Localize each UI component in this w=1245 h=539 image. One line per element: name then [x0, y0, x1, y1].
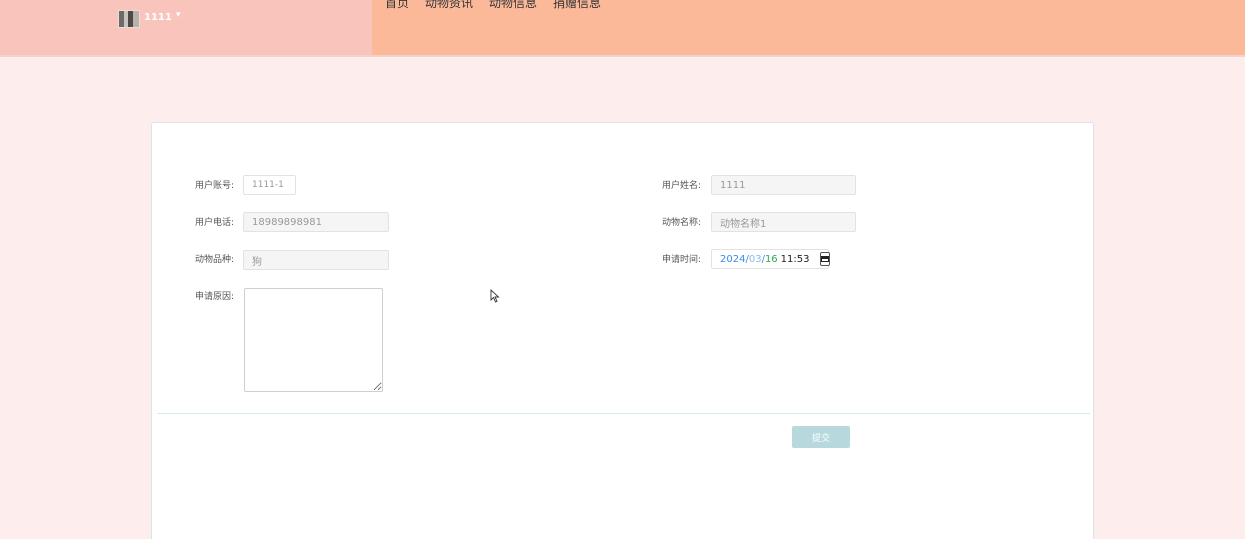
- header-user-area: [0, 0, 372, 55]
- form-divider: [157, 413, 1090, 414]
- account-value: 1111-1: [252, 180, 284, 190]
- animal-name-field[interactable]: 动物名称1: [711, 212, 856, 232]
- phone-value: 18989898981: [252, 216, 322, 228]
- mouse-cursor-icon: [490, 289, 500, 303]
- name-value: 1111: [720, 179, 746, 191]
- account-field[interactable]: 1111-1: [243, 175, 296, 195]
- animal-name-label: 动物名称:: [662, 218, 702, 228]
- phone-field[interactable]: 18989898981: [243, 212, 389, 232]
- reason-label: 申请原因:: [195, 292, 235, 302]
- application-form-card: 用户账号: 1111-1 用户电话: 18989898981 动物品种: 狗 申…: [151, 122, 1094, 539]
- date-day[interactable]: 16: [765, 254, 778, 265]
- calendar-icon[interactable]: [819, 252, 830, 266]
- date-month[interactable]: 03: [749, 254, 762, 265]
- main-nav: 首页 动物资讯 动物信息 捐赠信息: [385, 0, 617, 11]
- name-label: 用户姓名:: [662, 181, 702, 191]
- breed-value: 狗: [252, 256, 262, 268]
- animal-name-value: 动物名称1: [720, 218, 767, 230]
- breed-field[interactable]: 狗: [243, 250, 389, 270]
- username[interactable]: 1111: [144, 12, 172, 23]
- submit-button[interactable]: 提交: [792, 426, 850, 448]
- date-year[interactable]: 2024: [720, 254, 745, 265]
- nav-item-donation-info[interactable]: 捐赠信息: [553, 0, 601, 11]
- time-label: 申请时间:: [662, 255, 702, 265]
- reason-textarea[interactable]: [244, 288, 383, 392]
- nav-item-home[interactable]: 首页: [385, 0, 409, 11]
- chevron-down-icon[interactable]: ▾: [176, 10, 181, 20]
- nav-item-animal-info[interactable]: 动物信息: [489, 0, 537, 11]
- breed-label: 动物品种:: [195, 255, 235, 265]
- header-divider: [0, 55, 1245, 57]
- name-field[interactable]: 1111: [711, 175, 856, 195]
- nav-item-animal-news[interactable]: 动物资讯: [425, 0, 473, 11]
- account-label: 用户账号:: [195, 181, 235, 191]
- apply-time-input[interactable]: 2024/03/16 11:53: [711, 249, 830, 269]
- phone-label: 用户电话:: [195, 218, 235, 228]
- date-time[interactable]: 11:53: [781, 254, 810, 265]
- avatar[interactable]: [118, 10, 140, 28]
